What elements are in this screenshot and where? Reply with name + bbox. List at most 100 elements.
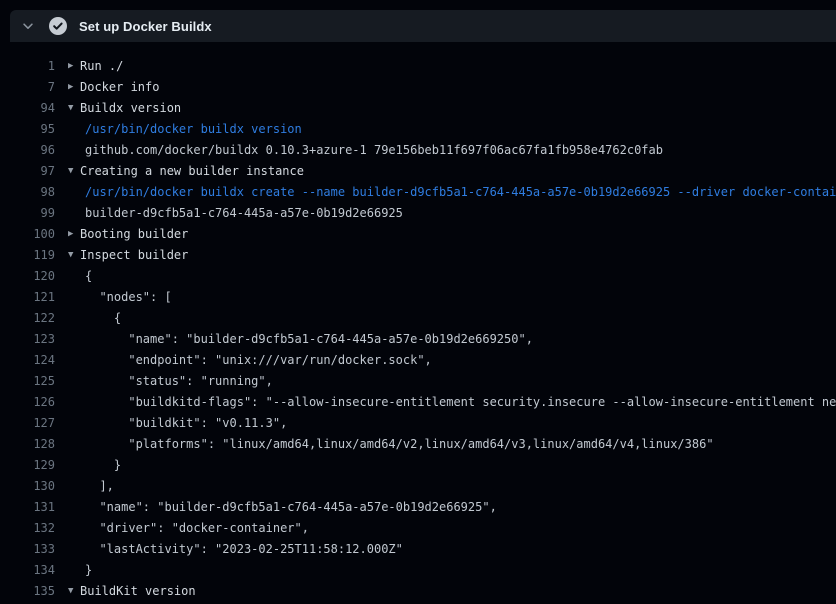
chevron-down-icon[interactable] xyxy=(20,18,36,34)
collapse-group-icon[interactable]: ▼ xyxy=(68,581,80,602)
log-line: 133 "lastActivity": "2023-02-25T11:58:12… xyxy=(0,539,836,560)
expand-group-icon[interactable]: ▶ xyxy=(68,77,80,98)
line-number[interactable]: 7 xyxy=(0,77,55,98)
log-line: 120 { xyxy=(0,266,836,287)
line-number[interactable]: 98 xyxy=(0,182,55,203)
log-text[interactable]: Creating a new builder instance xyxy=(80,161,304,182)
step-header[interactable]: Set up Docker Buildx xyxy=(10,10,836,42)
log-lines: 1 ▶ Run ./ 7 ▶ Docker info 94 ▼ Buildx v… xyxy=(0,56,836,604)
line-number[interactable]: 100 xyxy=(0,224,55,245)
log-text: "name": "builder-d9cfb5a1-c764-445a-a57e… xyxy=(80,497,497,518)
group-toggle-icon xyxy=(68,497,80,518)
group-toggle-icon xyxy=(68,350,80,371)
log-line: 135 ▼ BuildKit version xyxy=(0,581,836,602)
group-toggle-icon xyxy=(68,539,80,560)
log-text[interactable]: Buildx version xyxy=(80,98,181,119)
line-number[interactable]: 135 xyxy=(0,581,55,602)
log-text: "platforms": "linux/amd64,linux/amd64/v2… xyxy=(80,434,714,455)
log-text[interactable]: Docker info xyxy=(80,77,159,98)
group-toggle-icon xyxy=(68,476,80,497)
log-line: 119 ▼ Inspect builder xyxy=(0,245,836,266)
log-text: "lastActivity": "2023-02-25T11:58:12.000… xyxy=(80,539,403,560)
log-text: "nodes": [ xyxy=(80,287,172,308)
group-toggle-icon xyxy=(68,518,80,539)
log-text[interactable]: Inspect builder xyxy=(80,245,188,266)
log-line: 99 builder-d9cfb5a1-c764-445a-a57e-0b19d… xyxy=(0,203,836,224)
line-number[interactable]: 97 xyxy=(0,161,55,182)
line-number[interactable]: 94 xyxy=(0,98,55,119)
log-line: 122 { xyxy=(0,308,836,329)
log-line: 123 "name": "builder-d9cfb5a1-c764-445a-… xyxy=(0,329,836,350)
collapse-group-icon[interactable]: ▼ xyxy=(68,161,80,182)
line-number[interactable]: 120 xyxy=(0,266,55,287)
log-line: 125 "status": "running", xyxy=(0,371,836,392)
log-line: 134 } xyxy=(0,560,836,581)
group-toggle-icon xyxy=(68,203,80,224)
line-number[interactable]: 131 xyxy=(0,497,55,518)
line-number[interactable]: 95 xyxy=(0,119,55,140)
log-line: 98 /usr/bin/docker buildx create --name … xyxy=(0,182,836,203)
log-text: "buildkitd-flags": "--allow-insecure-ent… xyxy=(80,392,836,413)
line-number[interactable]: 122 xyxy=(0,308,55,329)
log-text: "buildkit": "v0.11.3", xyxy=(80,413,287,434)
collapse-group-icon[interactable]: ▼ xyxy=(68,245,80,266)
line-number[interactable]: 1 xyxy=(0,56,55,77)
log-line: 124 "endpoint": "unix:///var/run/docker.… xyxy=(0,350,836,371)
line-number[interactable]: 123 xyxy=(0,329,55,350)
log-line: 129 } xyxy=(0,455,836,476)
log-text[interactable]: BuildKit version xyxy=(80,581,196,602)
log-text: builder-d9cfb5a1-c764-445a-a57e-0b19d2e6… xyxy=(80,203,403,224)
step-title: Set up Docker Buildx xyxy=(79,19,212,34)
log-line: 7 ▶ Docker info xyxy=(0,77,836,98)
line-number[interactable]: 96 xyxy=(0,140,55,161)
group-toggle-icon xyxy=(68,371,80,392)
line-number[interactable]: 124 xyxy=(0,350,55,371)
log-line: 126 "buildkitd-flags": "--allow-insecure… xyxy=(0,392,836,413)
log-text: /usr/bin/docker buildx version xyxy=(80,119,302,140)
line-number[interactable]: 121 xyxy=(0,287,55,308)
group-toggle-icon xyxy=(68,455,80,476)
group-toggle-icon xyxy=(68,119,80,140)
log-line: 131 "name": "builder-d9cfb5a1-c764-445a-… xyxy=(0,497,836,518)
expand-group-icon[interactable]: ▶ xyxy=(68,56,80,77)
log-text: ], xyxy=(80,476,114,497)
log-text: "driver": "docker-container", xyxy=(80,518,309,539)
log-line: 132 "driver": "docker-container", xyxy=(0,518,836,539)
log-line: 95 /usr/bin/docker buildx version xyxy=(0,119,836,140)
log-line: 96 github.com/docker/buildx 0.10.3+azure… xyxy=(0,140,836,161)
line-number[interactable]: 132 xyxy=(0,518,55,539)
line-number[interactable]: 125 xyxy=(0,371,55,392)
log-text: "status": "running", xyxy=(80,371,273,392)
log-line: 128 "platforms": "linux/amd64,linux/amd6… xyxy=(0,434,836,455)
log-line: 121 "nodes": [ xyxy=(0,287,836,308)
log-line: 1 ▶ Run ./ xyxy=(0,56,836,77)
line-number[interactable]: 134 xyxy=(0,560,55,581)
group-toggle-icon xyxy=(68,434,80,455)
log-text: { xyxy=(80,308,121,329)
line-number[interactable]: 127 xyxy=(0,413,55,434)
log-text: } xyxy=(80,455,121,476)
expand-group-icon[interactable]: ▶ xyxy=(68,224,80,245)
group-toggle-icon xyxy=(68,392,80,413)
log-text[interactable]: Run ./ xyxy=(80,56,123,77)
log-text: github.com/docker/buildx 0.10.3+azure-1 … xyxy=(80,140,663,161)
line-number[interactable]: 129 xyxy=(0,455,55,476)
log-text: /usr/bin/docker buildx create --name bui… xyxy=(80,182,836,203)
line-number[interactable]: 133 xyxy=(0,539,55,560)
collapse-group-icon[interactable]: ▼ xyxy=(68,98,80,119)
log-text: } xyxy=(80,560,92,581)
group-toggle-icon xyxy=(68,140,80,161)
group-toggle-icon xyxy=(68,413,80,434)
line-number[interactable]: 130 xyxy=(0,476,55,497)
log-text: "endpoint": "unix:///var/run/docker.sock… xyxy=(80,350,432,371)
line-number[interactable]: 128 xyxy=(0,434,55,455)
log-line: 97 ▼ Creating a new builder instance xyxy=(0,161,836,182)
line-number[interactable]: 99 xyxy=(0,203,55,224)
group-toggle-icon xyxy=(68,560,80,581)
log-line: 127 "buildkit": "v0.11.3", xyxy=(0,413,836,434)
log-text[interactable]: Booting builder xyxy=(80,224,188,245)
group-toggle-icon xyxy=(68,287,80,308)
group-toggle-icon xyxy=(68,308,80,329)
line-number[interactable]: 126 xyxy=(0,392,55,413)
line-number[interactable]: 119 xyxy=(0,245,55,266)
